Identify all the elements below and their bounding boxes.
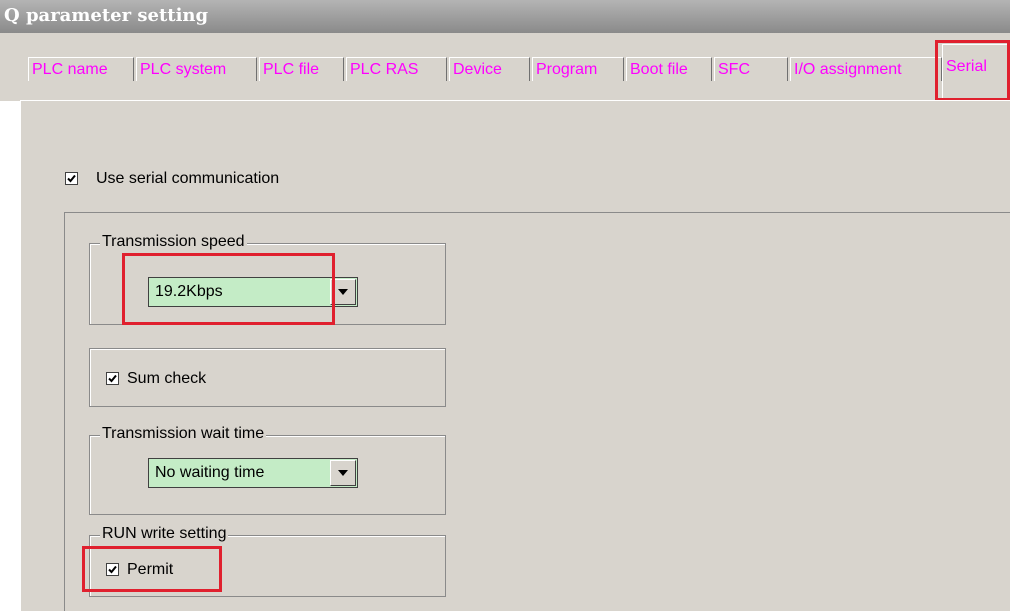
wait-time-dropdown-button[interactable] [330,460,356,486]
tab-io-assignment[interactable]: I/O assignment [790,57,942,81]
tab-plc-file[interactable]: PLC file [259,57,344,81]
transmission-speed-legend: Transmission speed [100,233,247,251]
chevron-down-icon [338,289,348,295]
use-serial-label: Use serial communication [96,170,280,187]
checkmark-icon [108,374,117,383]
checkmark-icon [67,174,76,183]
highlight-serial-tab [935,40,1010,101]
use-serial-checkbox[interactable] [65,172,78,185]
sum-check-label: Sum check [127,370,207,387]
tab-sfc[interactable]: SFC [714,57,788,81]
wait-time-value: No waiting time [155,464,265,481]
tab-plc-system[interactable]: PLC system [136,57,257,81]
transmission-wait-time-legend: Transmission wait time [100,425,267,443]
window-title: Q parameter setting [4,5,209,26]
tab-program[interactable]: Program [532,57,624,81]
tab-boot-file[interactable]: Boot file [626,57,712,81]
title-bar: Q parameter setting [0,0,1010,33]
tab-device[interactable]: Device [449,57,530,81]
highlight-permit [82,546,222,592]
sum-check-checkbox[interactable] [106,372,119,385]
run-write-setting-legend: RUN write setting [100,525,229,543]
chevron-down-icon [338,470,348,476]
tab-plc-ras[interactable]: PLC RAS [346,57,447,81]
highlight-transmission-speed [122,253,335,325]
wait-time-select[interactable]: No waiting time [148,458,358,488]
tab-plc-name[interactable]: PLC name [28,57,134,81]
